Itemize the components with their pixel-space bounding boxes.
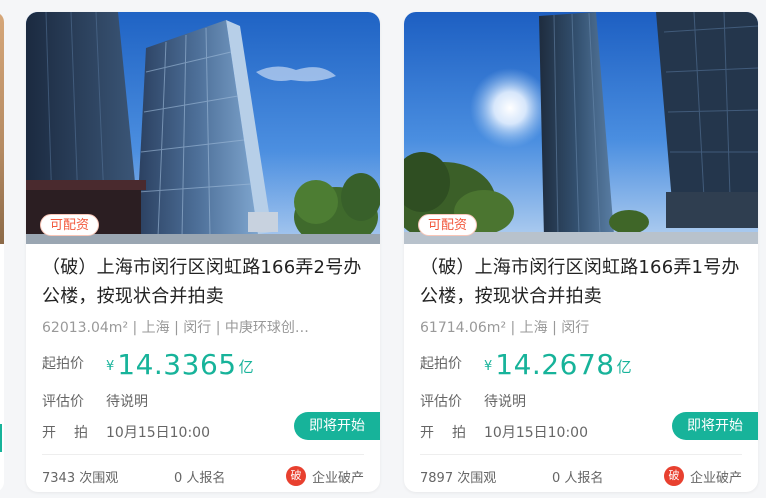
- auction-card[interactable]: 可配资 （破）上海市闵行区闵虹路166弄2号办公楼，按现状合并拍卖 62013.…: [26, 12, 380, 492]
- auction-start-time: 10月15日10:00: [484, 425, 588, 441]
- auction-type: 破 企业破产: [663, 466, 742, 486]
- starting-price-row: 起拍价 ¥ 14.2678 亿: [420, 348, 632, 381]
- listing-meta: 62013.04m² | 上海 | 闵行 | 中庚环球创…: [42, 320, 309, 336]
- starting-price-value: 14.3365: [117, 348, 237, 381]
- signup-count: 0 人报名: [552, 470, 604, 486]
- appraisal-value: 待说明: [484, 394, 526, 410]
- partial-status-button: [0, 424, 2, 452]
- building-photo-image: [404, 12, 758, 244]
- bankruptcy-icon: 破: [663, 466, 684, 486]
- currency-symbol: ¥: [484, 359, 493, 374]
- auction-type-label: 企业破产: [689, 470, 742, 486]
- status-button[interactable]: 即将开始: [672, 412, 758, 440]
- auction-card[interactable]: 可配资 （破）上海市闵行区闵虹路166弄1号办公楼，按现状合并拍卖 61714.…: [404, 12, 758, 492]
- appraisal-row: 评估价 待说明: [420, 391, 526, 411]
- partial-card-image: [0, 12, 4, 244]
- signup-count: 0 人报名: [174, 470, 226, 486]
- price-unit: 亿: [616, 358, 632, 376]
- auction-start-time: 10月15日10:00: [106, 425, 210, 441]
- listing-meta: 61714.06m² | 上海 | 闵行: [420, 320, 590, 336]
- starting-price-label: 起拍价: [42, 356, 84, 372]
- appraisal-label: 评估价: [420, 394, 462, 410]
- status-button[interactable]: 即将开始: [294, 412, 380, 440]
- currency-symbol: ¥: [106, 359, 115, 374]
- property-photo[interactable]: 可配资: [404, 12, 758, 244]
- auction-type: 破 企业破产: [285, 466, 364, 486]
- appraisal-row: 评估价 待说明: [42, 391, 148, 411]
- listing-title[interactable]: （破）上海市闵行区闵虹路166弄1号办公楼，按现状合并拍卖: [420, 253, 750, 311]
- card-footer: 7897 次围观 0 人报名 破 企业破产: [420, 465, 742, 487]
- price-unit: 亿: [238, 358, 254, 376]
- starting-price-value: 14.2678: [495, 348, 615, 381]
- appraisal-value: 待说明: [106, 394, 148, 410]
- divider: [420, 454, 742, 455]
- starting-price-row: 起拍价 ¥ 14.3365 亿: [42, 348, 254, 381]
- auction-start-row: 开拍 10月15日10:00: [42, 422, 210, 442]
- listing-title[interactable]: （破）上海市闵行区闵虹路166弄2号办公楼，按现状合并拍卖: [42, 253, 372, 311]
- financing-badge: 可配资: [40, 214, 100, 236]
- auction-start-row: 开拍 10月15日10:00: [420, 422, 588, 442]
- starting-price-label: 起拍价: [420, 356, 462, 372]
- partial-card-left[interactable]: [0, 12, 4, 492]
- view-count: 7343 次围观: [42, 470, 119, 486]
- view-count: 7897 次围观: [420, 470, 497, 486]
- card-footer: 7343 次围观 0 人报名 破 企业破产: [42, 465, 364, 487]
- appraisal-label: 评估价: [42, 394, 84, 410]
- bankruptcy-icon: 破: [285, 466, 306, 486]
- auction-start-label: 开拍: [420, 425, 484, 441]
- property-photo[interactable]: 可配资: [26, 12, 380, 244]
- auction-start-label: 开拍: [42, 425, 106, 441]
- divider: [42, 454, 364, 455]
- building-photo-image: [26, 12, 380, 244]
- auction-type-label: 企业破产: [311, 470, 364, 486]
- financing-badge: 可配资: [418, 214, 478, 236]
